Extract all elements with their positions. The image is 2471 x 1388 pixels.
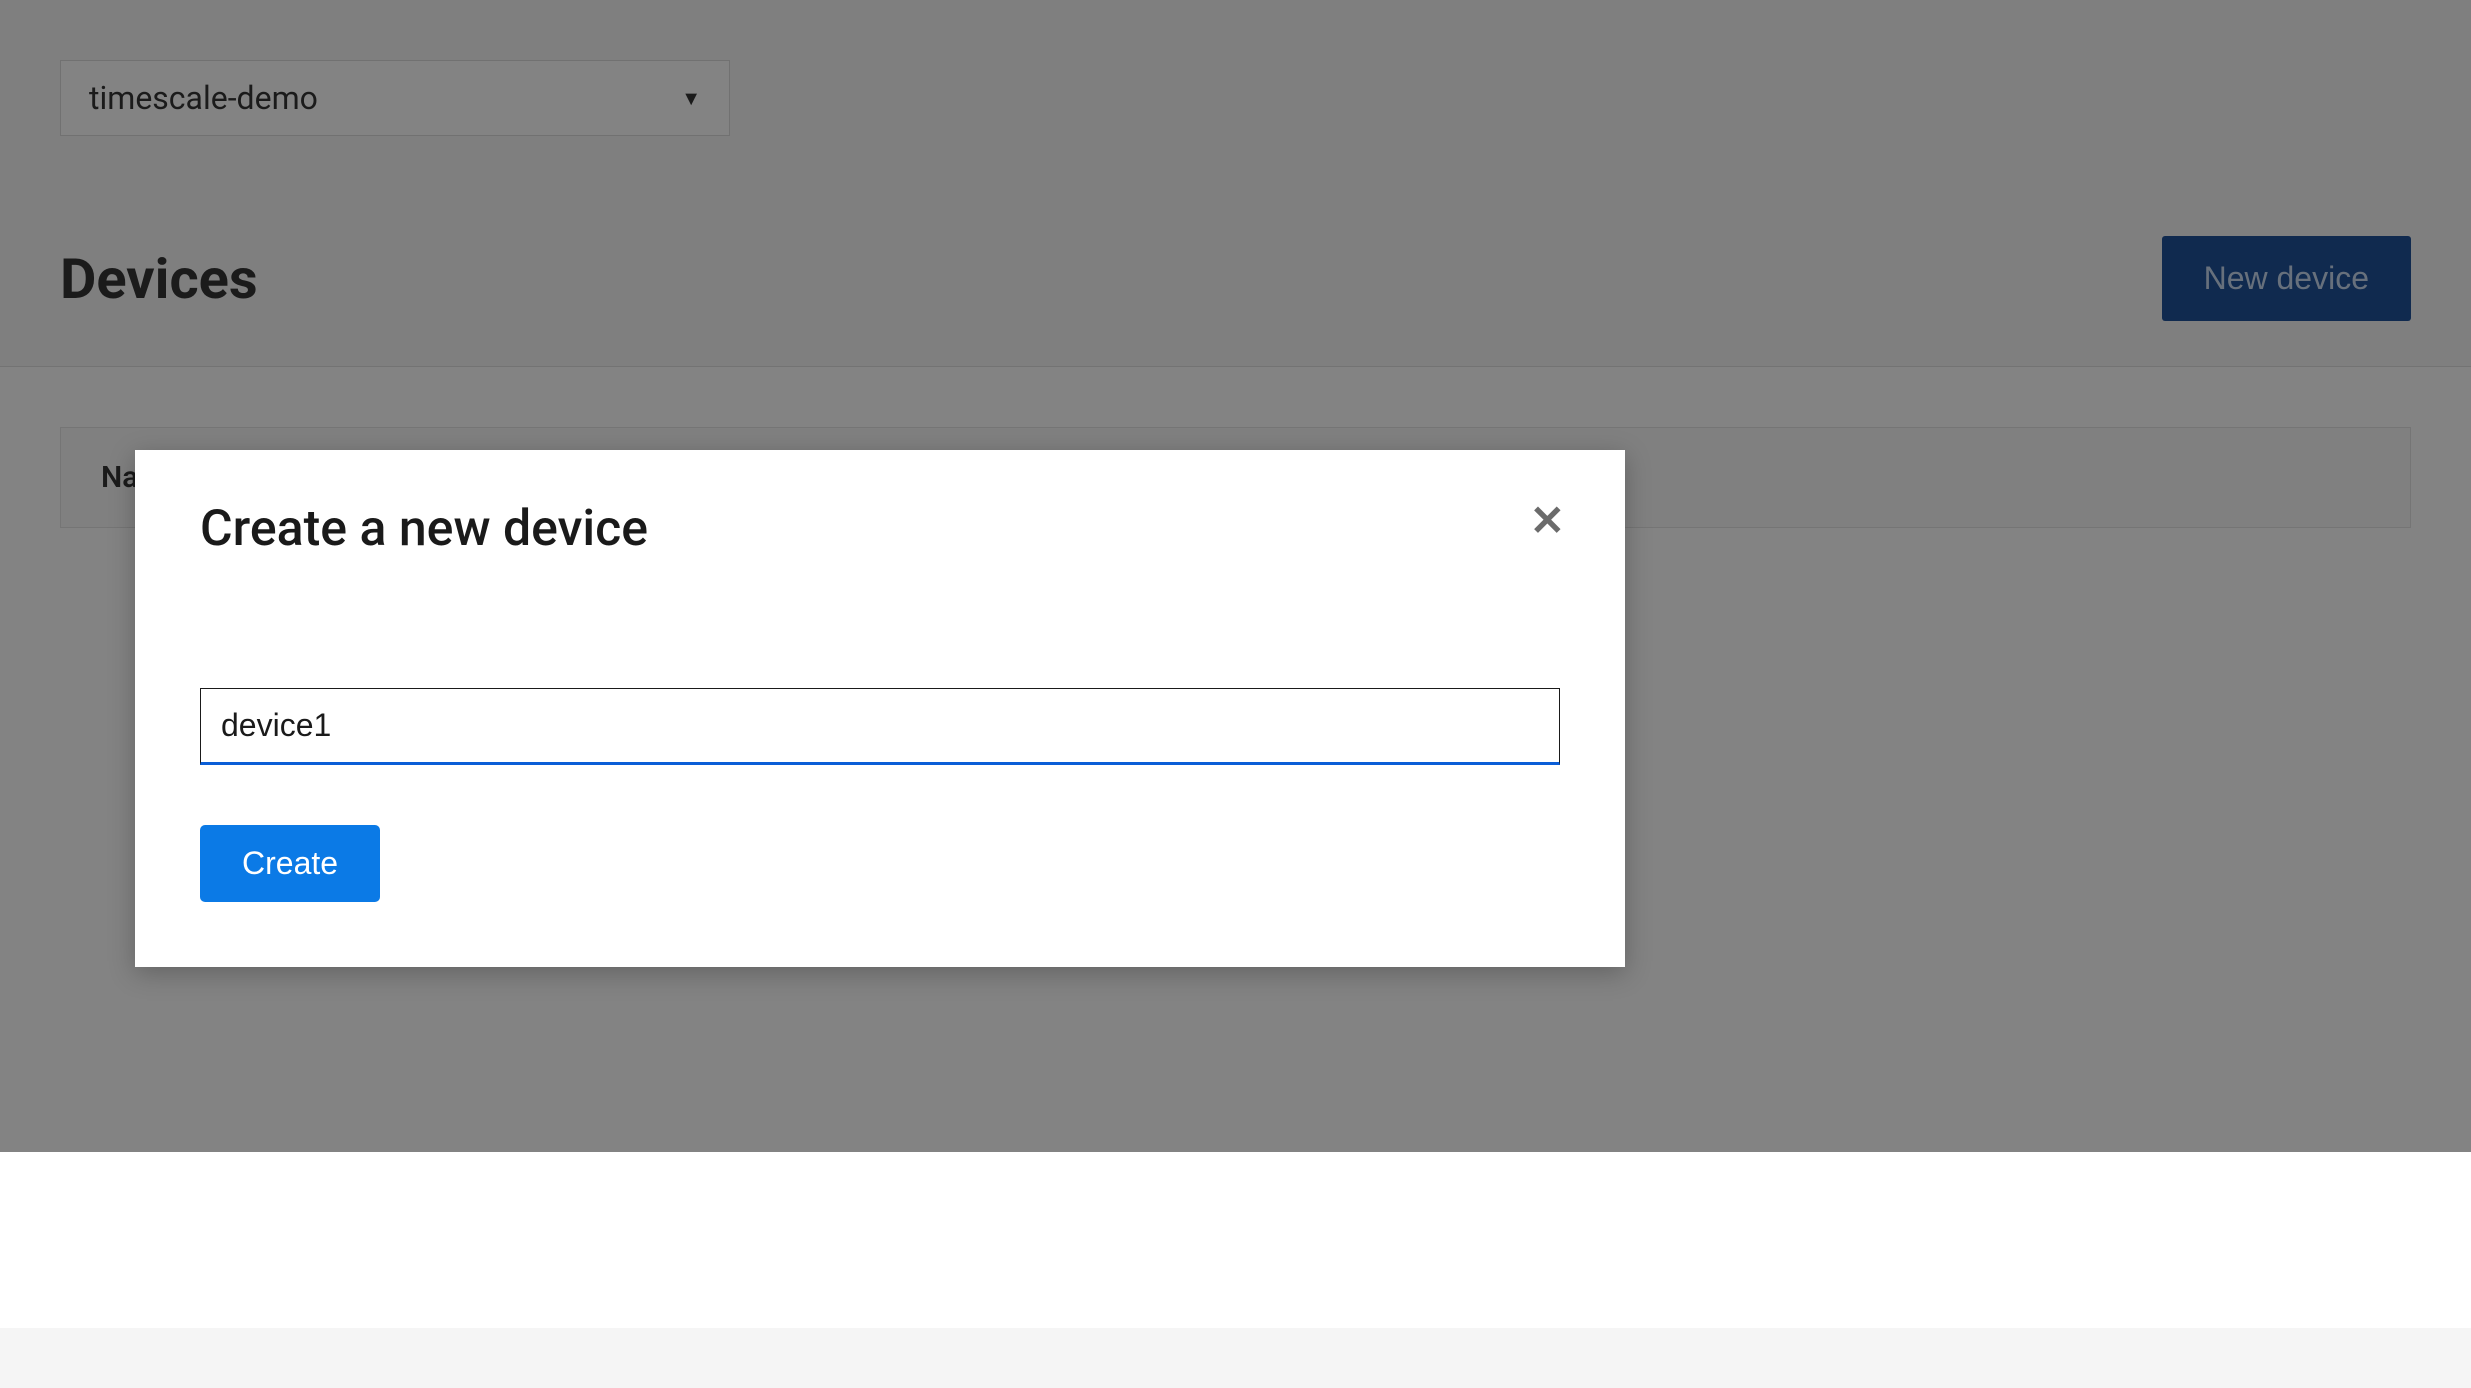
create-device-modal: Create a new device ✕ Create: [135, 450, 1625, 967]
device-name-input[interactable]: [200, 688, 1560, 765]
modal-title: Create a new device: [200, 500, 1560, 558]
create-button[interactable]: Create: [200, 825, 380, 902]
close-icon[interactable]: ✕: [1530, 500, 1565, 542]
modal-overlay[interactable]: Create a new device ✕ Create: [0, 0, 2471, 1152]
